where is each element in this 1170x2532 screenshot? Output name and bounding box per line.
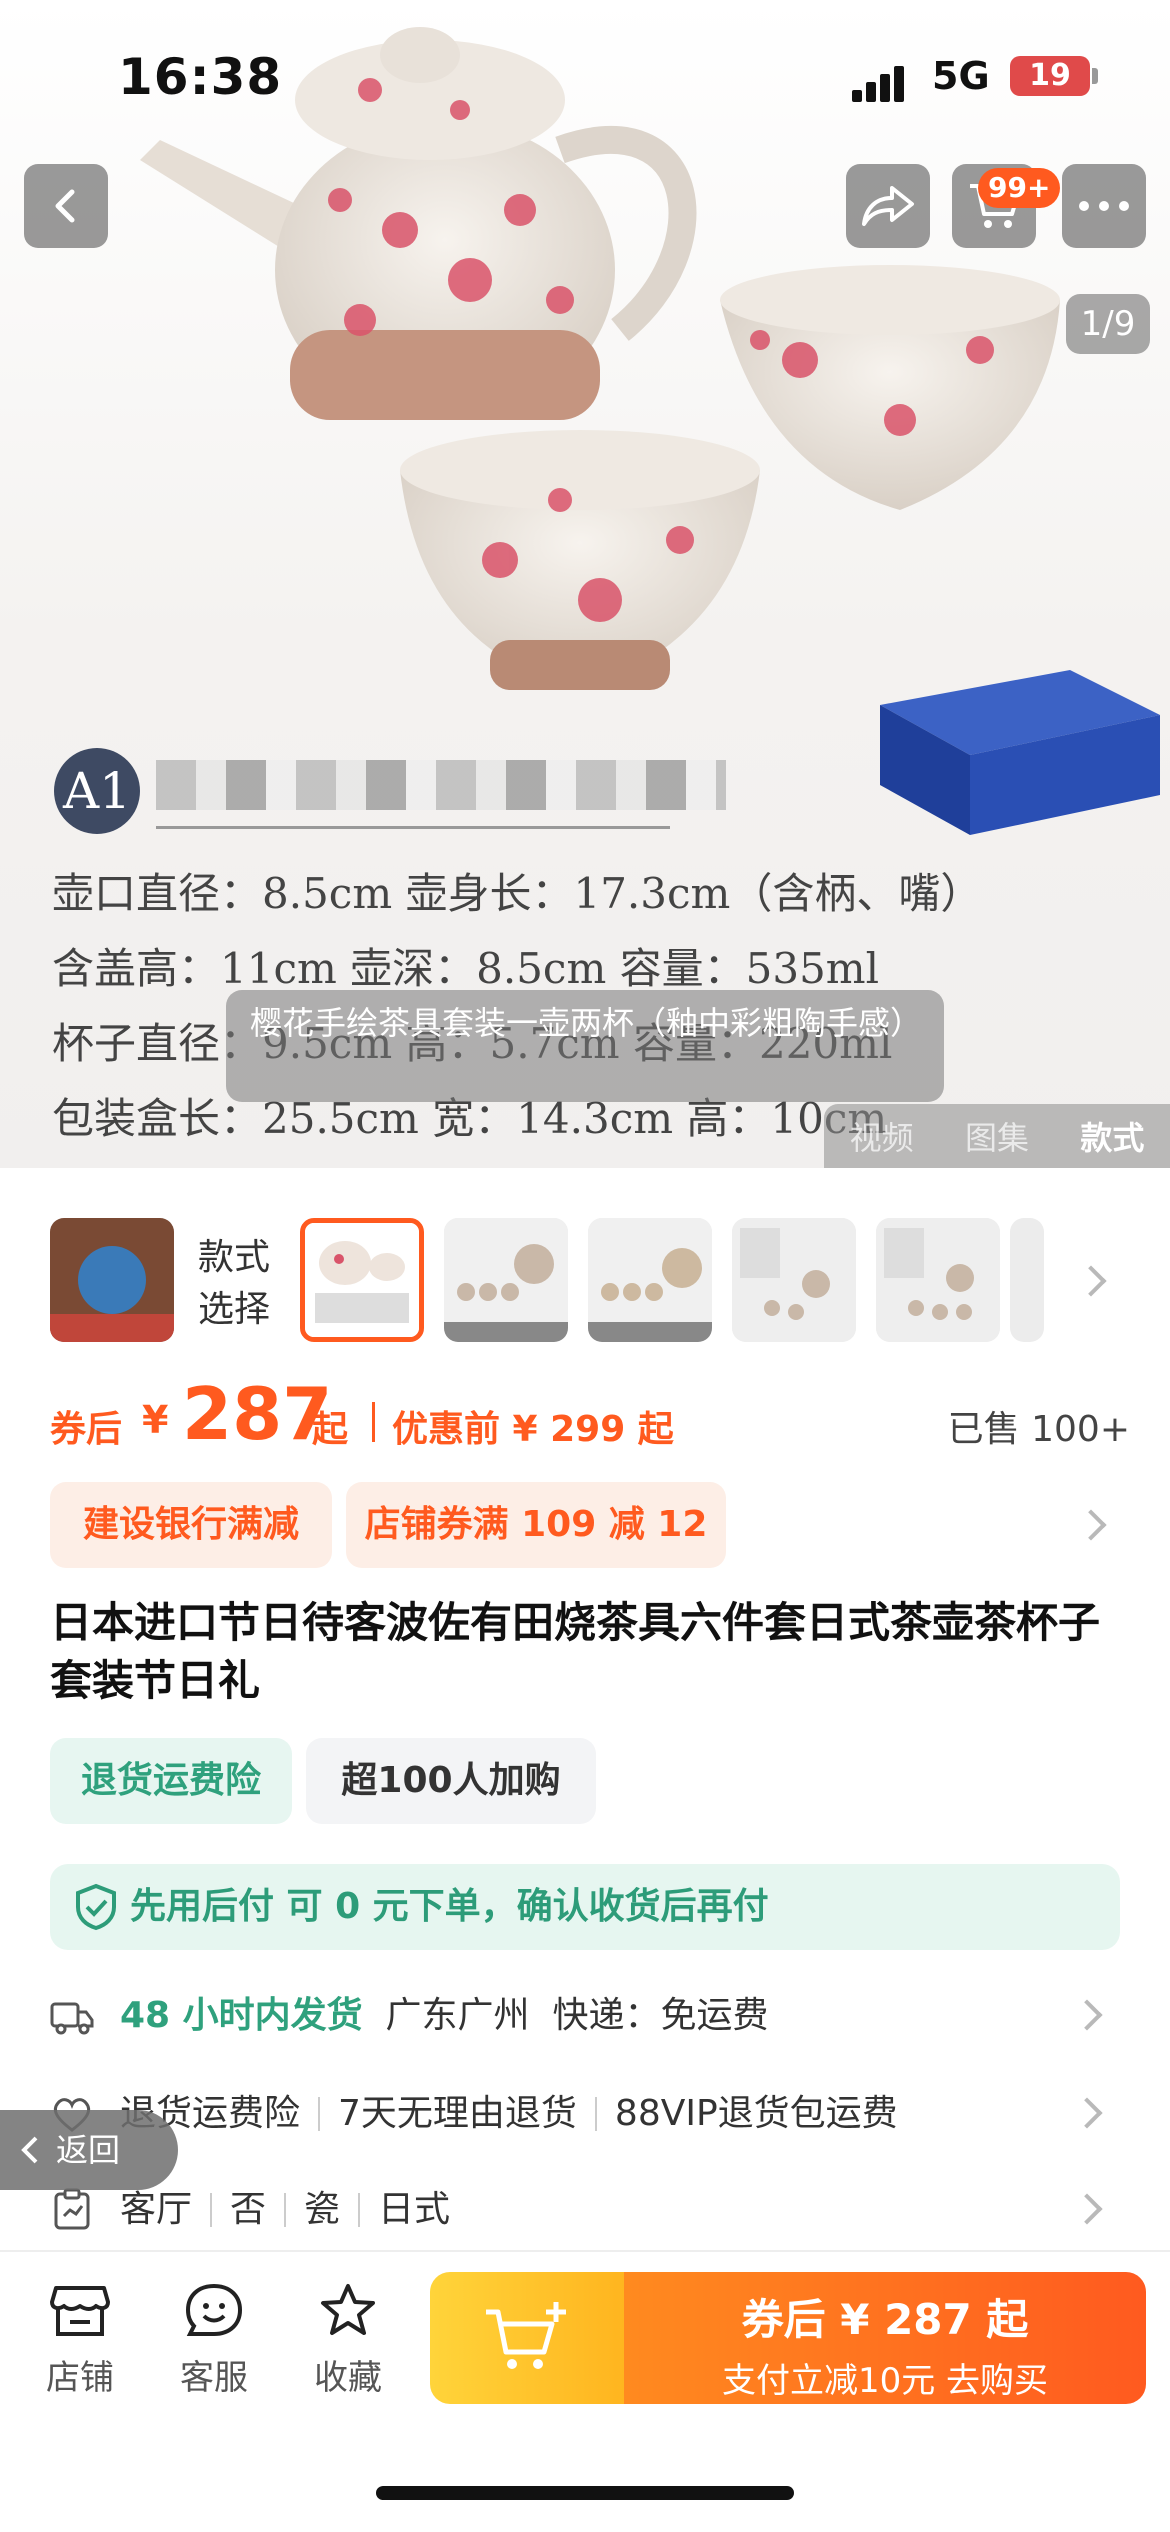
shield-check-icon: [76, 1883, 116, 1931]
more-icon: [1079, 201, 1129, 211]
attribute-item: 否: [230, 2189, 267, 2230]
style-thumbnail[interactable]: [732, 1218, 856, 1342]
buy-now-button[interactable]: 券后 ¥ 287 起 支付立减10元 去购买: [624, 2272, 1146, 2404]
cart-badge: 99+: [978, 168, 1061, 208]
style-thumbnail[interactable]: [444, 1218, 568, 1342]
style-thumb-image: [588, 1218, 712, 1342]
attribute-item: 瓷: [304, 2189, 341, 2230]
status-bar: 16:38 5G 19: [0, 40, 1170, 120]
sold-count: 已售 100+: [947, 1409, 1130, 1450]
floating-back-button[interactable]: 返回: [0, 2110, 178, 2190]
divider: [284, 2193, 287, 2227]
clipboard-icon: [54, 2188, 90, 2230]
media-tabs: 视频 图集 款式: [824, 1104, 1170, 1168]
chevron-right-icon: [1071, 1999, 1103, 2031]
chevron-right-icon[interactable]: [1075, 1265, 1107, 1297]
store-icon: [50, 2286, 110, 2336]
chat-smile-icon: [185, 2283, 243, 2336]
service-row[interactable]: 退货运费险 7天无理由退货 88VIP退货包运费: [50, 2082, 1120, 2146]
coupon-bank[interactable]: 建设银行满减: [50, 1482, 332, 1568]
tab-gallery[interactable]: 图集: [965, 1113, 1029, 1159]
tag-add-count: 超100人加购: [306, 1738, 596, 1824]
add-to-cart-button[interactable]: [430, 2272, 624, 2404]
price-before-discount: 优惠前 ¥ 299 起: [392, 1409, 674, 1450]
product-title: 日本进口节日待客波佐有田烧茶具六件套日式茶壶茶杯子套装节日礼: [50, 1598, 1101, 1705]
style-thumb-image: [876, 1218, 1000, 1342]
favorite-button[interactable]: 收藏: [298, 2282, 398, 2399]
style-thumbnail-main[interactable]: [50, 1218, 174, 1342]
style-thumb-image: [444, 1218, 568, 1342]
image-page-indicator: 1/9: [1066, 294, 1150, 354]
blurred-text: [156, 760, 726, 810]
shipping-row[interactable]: 48 小时内发货 广东广州 快递：免运费: [50, 1984, 1120, 2048]
shop-label: 店铺: [46, 2358, 114, 2398]
battery-nub: [1092, 68, 1098, 84]
truck-icon: [50, 2002, 94, 2035]
pay-later-text: 先用后付 可 0 元下单，确认收货后再付: [130, 1886, 769, 1927]
home-indicator: [376, 2486, 794, 2500]
divider: [318, 2097, 321, 2131]
back-button[interactable]: [24, 164, 108, 248]
attribute-item: 日式: [378, 2189, 451, 2230]
favorite-label: 收藏: [314, 2358, 382, 2398]
price-divider: [372, 1402, 375, 1442]
buy-main-label: 券后 ¥ 287 起: [741, 2295, 1029, 2344]
shipping-location: 广东广州: [385, 1995, 530, 2036]
service-label: 客服: [180, 2358, 248, 2398]
network-type: 5G: [932, 54, 990, 98]
style-thumb-image: [732, 1218, 856, 1342]
more-button[interactable]: [1062, 164, 1146, 248]
style-select-label[interactable]: 款式选择: [198, 1232, 288, 1336]
style-thumbnail[interactable]: [588, 1218, 712, 1342]
signal-icon: [852, 64, 912, 102]
battery-icon: 19: [1010, 56, 1090, 96]
chevron-left-icon: [55, 189, 75, 223]
price-currency: ¥: [142, 1398, 169, 1442]
spec-line: 壶口直径：8.5cm 壶身长：17.3cm（含柄、嘴）: [52, 869, 983, 918]
spec-line: 含盖高：11cm 壶深：8.5cm 容量：535ml: [52, 944, 880, 993]
tag-return-insurance: 退货运费险: [50, 1738, 292, 1824]
price-row: 券后 ¥ 287 起 优惠前 ¥ 299 起 已售 100+: [50, 1372, 1130, 1456]
tab-style[interactable]: 款式: [1080, 1113, 1144, 1159]
style-thumb-image: [305, 1223, 419, 1337]
price-value: 287: [182, 1372, 333, 1456]
model-badge: A1: [54, 748, 140, 834]
style-thumbnail-selected[interactable]: [300, 1218, 424, 1342]
divider: [594, 2097, 597, 2131]
gift-box-image: [880, 670, 1160, 835]
style-thumb-image: [50, 1218, 174, 1342]
style-thumbnail-partial[interactable]: [1010, 1218, 1044, 1342]
service-item: 7天无理由退货: [338, 2093, 577, 2134]
pay-later-banner[interactable]: 先用后付 可 0 元下单，确认收货后再付: [50, 1864, 1120, 1950]
status-time: 16:38: [118, 48, 283, 106]
coupon-store[interactable]: 店铺券满 109 减 12: [346, 1482, 726, 1568]
divider: [358, 2193, 361, 2227]
share-button[interactable]: [846, 164, 930, 248]
attribute-item: 客厅: [120, 2189, 193, 2230]
shop-button[interactable]: 店铺: [30, 2282, 130, 2399]
service-item: 88VIP退货包运费: [614, 2093, 898, 2134]
tab-video[interactable]: 视频: [850, 1113, 914, 1159]
price-prefix: 券后: [50, 1409, 123, 1450]
attribute-row[interactable]: 客厅否瓷日式: [50, 2178, 1120, 2242]
cart-plus-icon: [486, 2302, 566, 2369]
image-caption: 樱花手绘茶具套装一壶两杯（釉中彩粗陶手感）: [226, 990, 944, 1102]
style-thumbnail[interactable]: [876, 1218, 1000, 1342]
floating-back-label: 返回: [56, 2131, 121, 2169]
customer-service-button[interactable]: 客服: [164, 2282, 264, 2399]
divider: [210, 2193, 213, 2227]
star-icon: [321, 2284, 375, 2335]
chevron-left-icon: [21, 2136, 38, 2164]
price-suffix: 起: [312, 1409, 349, 1450]
chevron-right-icon[interactable]: [1075, 1509, 1107, 1541]
buy-sub-label: 支付立减10元 去购买: [721, 2361, 1049, 2401]
chevron-right-icon: [1071, 2097, 1103, 2129]
share-icon: [862, 186, 914, 226]
shipping-courier: 快递：免运费: [552, 1995, 769, 2036]
blurred-underline: [156, 826, 670, 829]
chevron-right-icon: [1071, 2193, 1103, 2225]
shipping-time: 48 小时内发货: [120, 1995, 363, 2036]
product-image-carousel[interactable]: 16:38 5G 19 99+ 1/9 A1 壶口直径：8.5cm 壶身长：17…: [0, 0, 1170, 1168]
